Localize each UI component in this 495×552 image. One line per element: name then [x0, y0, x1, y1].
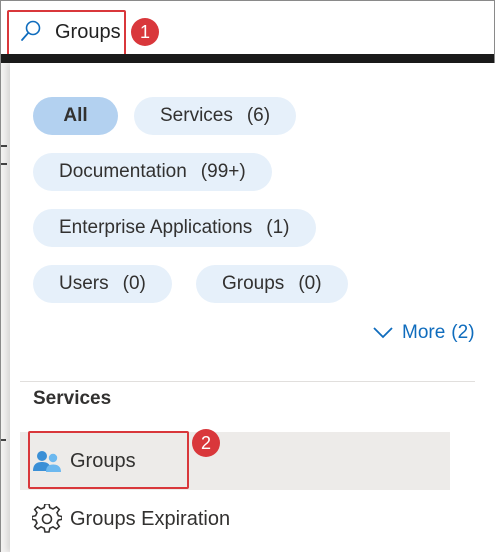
search-underline — [1, 54, 494, 63]
filter-users-pill[interactable]: Users (0) — [33, 265, 172, 303]
filter-groups-count: (0) — [298, 273, 322, 294]
services-section-title: Services — [33, 388, 112, 409]
filter-all-pill[interactable]: All — [33, 97, 118, 135]
section-divider — [20, 381, 475, 382]
search-highlight-box — [7, 10, 126, 56]
filter-enterprise-pill[interactable]: Enterprise Applications (1) — [33, 209, 316, 247]
groups-highlight-box — [28, 431, 189, 489]
more-link[interactable]: More (2) — [372, 322, 475, 344]
filter-documentation-label: Documentation — [59, 161, 187, 182]
filter-services-label: Services — [160, 105, 233, 126]
background-page-strip — [1, 63, 10, 552]
filter-enterprise-count: (1) — [266, 217, 290, 238]
filter-groups-label: Groups — [222, 273, 285, 294]
gear-icon — [32, 504, 62, 533]
filter-all-label: All — [63, 105, 88, 126]
filter-services-pill[interactable]: Services (6) — [134, 97, 297, 135]
filter-documentation-count: (99+) — [200, 161, 246, 182]
filter-users-label: Users — [59, 273, 109, 294]
more-label: More — [402, 322, 446, 343]
filter-enterprise-label: Enterprise Applications — [59, 217, 253, 238]
more-count: (2) — [451, 322, 475, 343]
chevron-down-icon — [373, 327, 393, 339]
filter-documentation-pill[interactable]: Documentation (99+) — [33, 153, 272, 191]
service-item-groups-expiration-label: Groups Expiration — [70, 507, 231, 530]
filter-groups-pill[interactable]: Groups (0) — [196, 265, 348, 303]
service-item-groups-expiration[interactable]: Groups Expiration — [20, 490, 450, 548]
callout-2: 2 — [192, 429, 220, 457]
filter-services-count: (6) — [246, 105, 271, 126]
callout-1: 1 — [131, 18, 159, 46]
filter-users-count: (0) — [122, 273, 146, 294]
